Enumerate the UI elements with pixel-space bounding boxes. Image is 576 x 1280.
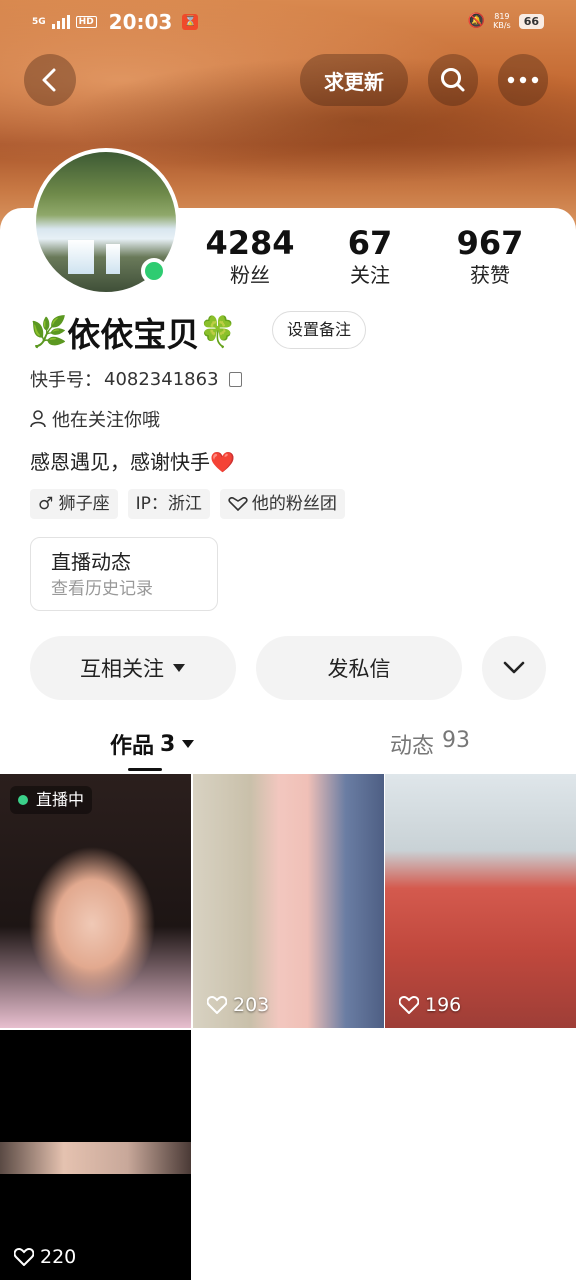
mutual-follow-label: 互相关注	[80, 657, 164, 681]
zodiac-tag: ♂ 狮子座	[30, 489, 118, 519]
back-button[interactable]	[24, 54, 76, 106]
follows-you-text: 他在关注你哦	[52, 410, 160, 431]
tab-moments[interactable]: 动态 93	[390, 728, 470, 760]
person-icon	[30, 410, 46, 428]
active-tab-indicator	[128, 768, 162, 771]
bio-text: 感恩遇见，感谢快手	[30, 450, 210, 474]
hd-indicator: HD	[75, 16, 97, 28]
search-icon	[441, 68, 465, 92]
following-label: 关注	[350, 263, 390, 287]
live-history-card[interactable]: 直播动态 查看历史记录	[30, 537, 218, 611]
followers-count: 4284	[205, 224, 295, 262]
avatar-waterfall	[68, 240, 94, 274]
heart-icon	[207, 996, 227, 1014]
speed-value: 819	[494, 12, 510, 21]
followers-label: 粉丝	[230, 263, 270, 287]
live-badge-label: 直播中	[36, 790, 85, 809]
ip-location-tag: IP：浙江	[127, 489, 210, 519]
like-count-value: 220	[40, 1246, 77, 1268]
like-count-value: 196	[425, 994, 462, 1016]
set-remark-button[interactable]: 设置备注	[272, 311, 367, 349]
signal-icon	[51, 15, 70, 29]
follows-you-note: 他在关注你哦	[30, 406, 160, 432]
likes-stat[interactable]: 967 获赞	[430, 224, 550, 288]
copy-icon[interactable]	[228, 371, 242, 387]
work-thumbnail[interactable]: 直播中	[0, 774, 191, 1028]
status-bar: 5G HD 20:03 ⌛ 🔕 819 KB/s 66	[0, 0, 576, 44]
live-dot	[18, 795, 28, 805]
like-count-value: 203	[233, 994, 270, 1016]
work-thumbnail[interactable]: 220	[0, 1030, 191, 1280]
likes-count: 967	[456, 224, 524, 262]
profile-name: 🌿 依依宝贝 🍀	[30, 308, 237, 356]
fan-club-tag[interactable]: 他的粉丝团	[219, 489, 345, 519]
tab-works-label: 作品	[110, 734, 155, 759]
tab-works[interactable]: 作品 3	[110, 728, 195, 760]
request-update-button[interactable]: 求更新	[300, 54, 408, 106]
tab-moments-label: 动态	[390, 734, 435, 759]
following-count: 67	[347, 224, 393, 262]
live-badge: 直播中	[10, 786, 93, 814]
followers-stat[interactable]: 4284 粉丝	[190, 224, 310, 288]
thumbnail-image-strip	[0, 1142, 191, 1174]
like-count: 196	[399, 994, 461, 1016]
live-history-title: 直播动态	[51, 550, 131, 574]
kuaishou-id-label: 快手号：	[30, 370, 102, 391]
avatar-waterfall-small	[106, 244, 120, 274]
work-thumbnail[interactable]: 196	[385, 774, 576, 1028]
tab-moments-count: 93	[442, 728, 471, 753]
display-name: 依依宝贝	[67, 315, 200, 354]
herb-emoji: 🌿	[30, 314, 68, 350]
bio: 感恩遇见，感谢快手❤️	[30, 446, 235, 475]
kuaishou-id: 快手号： 4082341863	[30, 366, 242, 392]
like-count: 220	[14, 1246, 76, 1268]
network-speed: 819 KB/s	[493, 12, 511, 30]
profile-tags: ♂ 狮子座 IP：浙江 他的粉丝团	[30, 489, 345, 519]
online-status-dot	[141, 258, 167, 284]
content-tabs: 作品 3 动态 93	[0, 720, 576, 771]
app-notification-icon: ⌛	[182, 14, 199, 30]
more-dots-icon	[507, 76, 539, 84]
chevron-left-icon	[42, 68, 56, 92]
likes-label: 获赞	[470, 263, 510, 287]
caret-down-icon	[173, 664, 185, 672]
heart-icon	[399, 996, 419, 1014]
search-button[interactable]	[428, 54, 478, 106]
speed-unit: KB/s	[493, 21, 511, 30]
heart-emoji: ❤️	[210, 450, 235, 474]
fan-club-icon	[228, 497, 248, 511]
fan-club-label: 他的粉丝团	[251, 494, 337, 514]
like-count: 203	[207, 994, 269, 1016]
battery-indicator: 66	[518, 13, 544, 29]
more-button[interactable]	[498, 54, 548, 106]
network-type: 5G	[32, 16, 46, 27]
clock: 20:03	[108, 10, 173, 34]
clover-emoji: 🍀	[199, 314, 237, 350]
tab-works-count: 3	[160, 731, 176, 757]
chevron-down-icon	[503, 661, 525, 674]
caret-down-icon	[182, 740, 195, 748]
profile-stats: 4284 粉丝 67 关注 967 获赞	[190, 224, 550, 288]
following-stat[interactable]: 67 关注	[310, 224, 430, 288]
kuaishou-id-value: 4082341863	[104, 368, 219, 390]
silent-icon: 🔕	[467, 13, 486, 29]
heart-icon	[14, 1248, 34, 1266]
live-history-subtitle: 查看历史记录	[51, 579, 153, 599]
work-thumbnail[interactable]: 203	[193, 774, 384, 1028]
send-message-button[interactable]: 发私信	[256, 636, 462, 700]
mutual-follow-button[interactable]: 互相关注	[30, 636, 236, 700]
expand-recommendations-button[interactable]	[482, 636, 546, 700]
